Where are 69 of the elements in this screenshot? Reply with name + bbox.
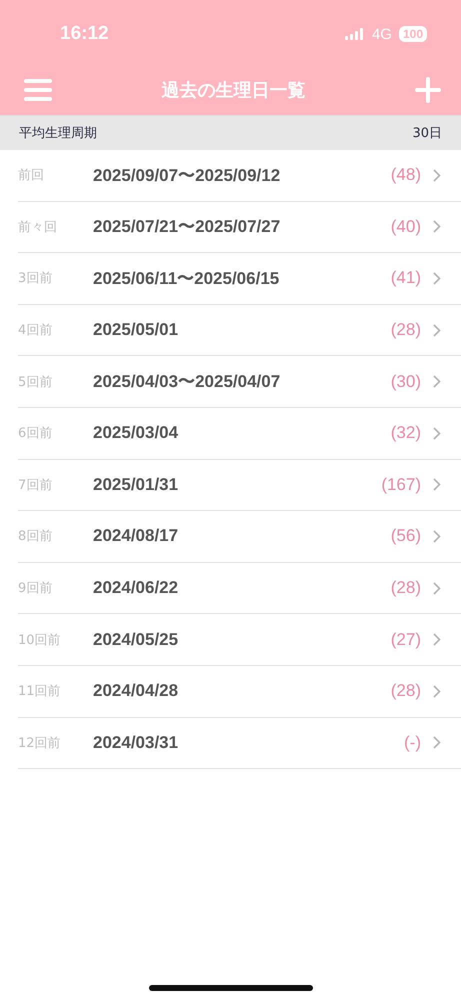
period-label: 8回前 (18, 528, 54, 546)
period-row[interactable]: 10回前 2024/05/25 (27) (18, 614, 461, 666)
cycle-days: (56) (390, 526, 421, 546)
cycle-days: (28) (390, 681, 421, 702)
chevron-icon (433, 478, 441, 492)
screen-title: 過去の生理日一覧 (162, 79, 306, 102)
period-dates: 2024/03/31 (93, 732, 180, 753)
period-dates: 2025/01/31 (93, 474, 180, 495)
menu-button[interactable] (24, 78, 52, 102)
period-dates: 2025/09/07〜2025/09/12 (93, 164, 282, 187)
period-dates: 2025/04/03〜2025/04/07 (93, 371, 282, 394)
chevron-icon (433, 736, 441, 750)
cycle-days: (28) (390, 578, 421, 598)
chevron-icon (433, 272, 441, 285)
cycle-days: (40) (390, 216, 421, 237)
cycle-days: (28) (390, 320, 421, 340)
period-row[interactable]: 8回前 2024/08/17 (56) (18, 511, 461, 563)
chevron-icon (433, 324, 441, 337)
period-row[interactable]: 11回前 2024/04/28 (28) (18, 666, 461, 718)
period-dates: 2024/04/28 (93, 681, 180, 702)
period-dates: 2025/05/01 (93, 320, 180, 340)
cycle-days: (27) (390, 630, 421, 650)
cycle-days: (32) (390, 423, 421, 444)
period-row[interactable]: 12回前 2024/03/31 (-) (18, 718, 461, 770)
period-label: 11回前 (18, 683, 62, 700)
chevron-icon (433, 426, 441, 440)
chevron-icon (433, 633, 441, 646)
status-time: 16:12 (60, 23, 109, 45)
chevron-icon (433, 582, 441, 595)
period-dates: 2024/06/22 (93, 578, 180, 598)
cycle-days: (41) (390, 268, 421, 288)
signal-icon (344, 28, 365, 40)
chevron-icon (433, 530, 441, 543)
period-label: 10回前 (18, 632, 62, 649)
period-row[interactable]: 5回前 2025/04/03〜2025/04/07 (30) (18, 356, 461, 408)
cycle-days: (30) (390, 372, 421, 392)
period-label: 7回前 (18, 476, 54, 494)
period-row[interactable]: 9回前 2024/06/22 (28) (18, 562, 461, 614)
period-label: 9回前 (18, 580, 54, 598)
network-label: 4G (372, 26, 392, 42)
summary-value: 30日 (412, 125, 442, 142)
period-dates: 2024/08/17 (93, 526, 180, 546)
chevron-icon (433, 375, 441, 388)
period-label: 5回前 (18, 374, 54, 391)
battery-level: 100 (398, 26, 427, 42)
cycle-days: (167) (381, 474, 421, 495)
period-row[interactable]: 4回前 2025/05/01 (28) (18, 304, 461, 356)
period-row[interactable]: 前回 2025/09/07〜2025/09/12 (48) (18, 150, 461, 202)
period-row[interactable]: 3回前 2025/06/11〜2025/06/15 (41) (18, 253, 461, 305)
period-label: 6回前 (18, 425, 54, 442)
period-label: 前々回 (18, 218, 58, 236)
period-label: 前回 (18, 167, 45, 184)
cycle-days: (-) (404, 732, 421, 753)
chevron-icon (433, 220, 441, 234)
chevron-icon (433, 168, 441, 182)
cycle-days: (48) (390, 165, 421, 186)
period-label: 3回前 (18, 270, 54, 288)
period-row[interactable]: 7回前 2025/01/31 (167) (18, 460, 461, 512)
period-label: 4回前 (18, 322, 54, 340)
add-button[interactable] (415, 77, 441, 103)
period-dates: 2024/05/25 (93, 630, 180, 650)
summary-label: 平均生理周期 (19, 125, 97, 142)
period-dates: 2025/03/04 (93, 423, 180, 444)
chevron-icon (433, 684, 441, 698)
period-row[interactable]: 前々回 2025/07/21〜2025/07/27 (40) (18, 202, 461, 254)
period-label: 12回前 (18, 734, 62, 752)
period-dates: 2025/07/21〜2025/07/27 (93, 216, 282, 238)
period-dates: 2025/06/11〜2025/06/15 (93, 268, 280, 290)
period-row[interactable]: 6回前 2025/03/04 (32) (18, 408, 461, 460)
